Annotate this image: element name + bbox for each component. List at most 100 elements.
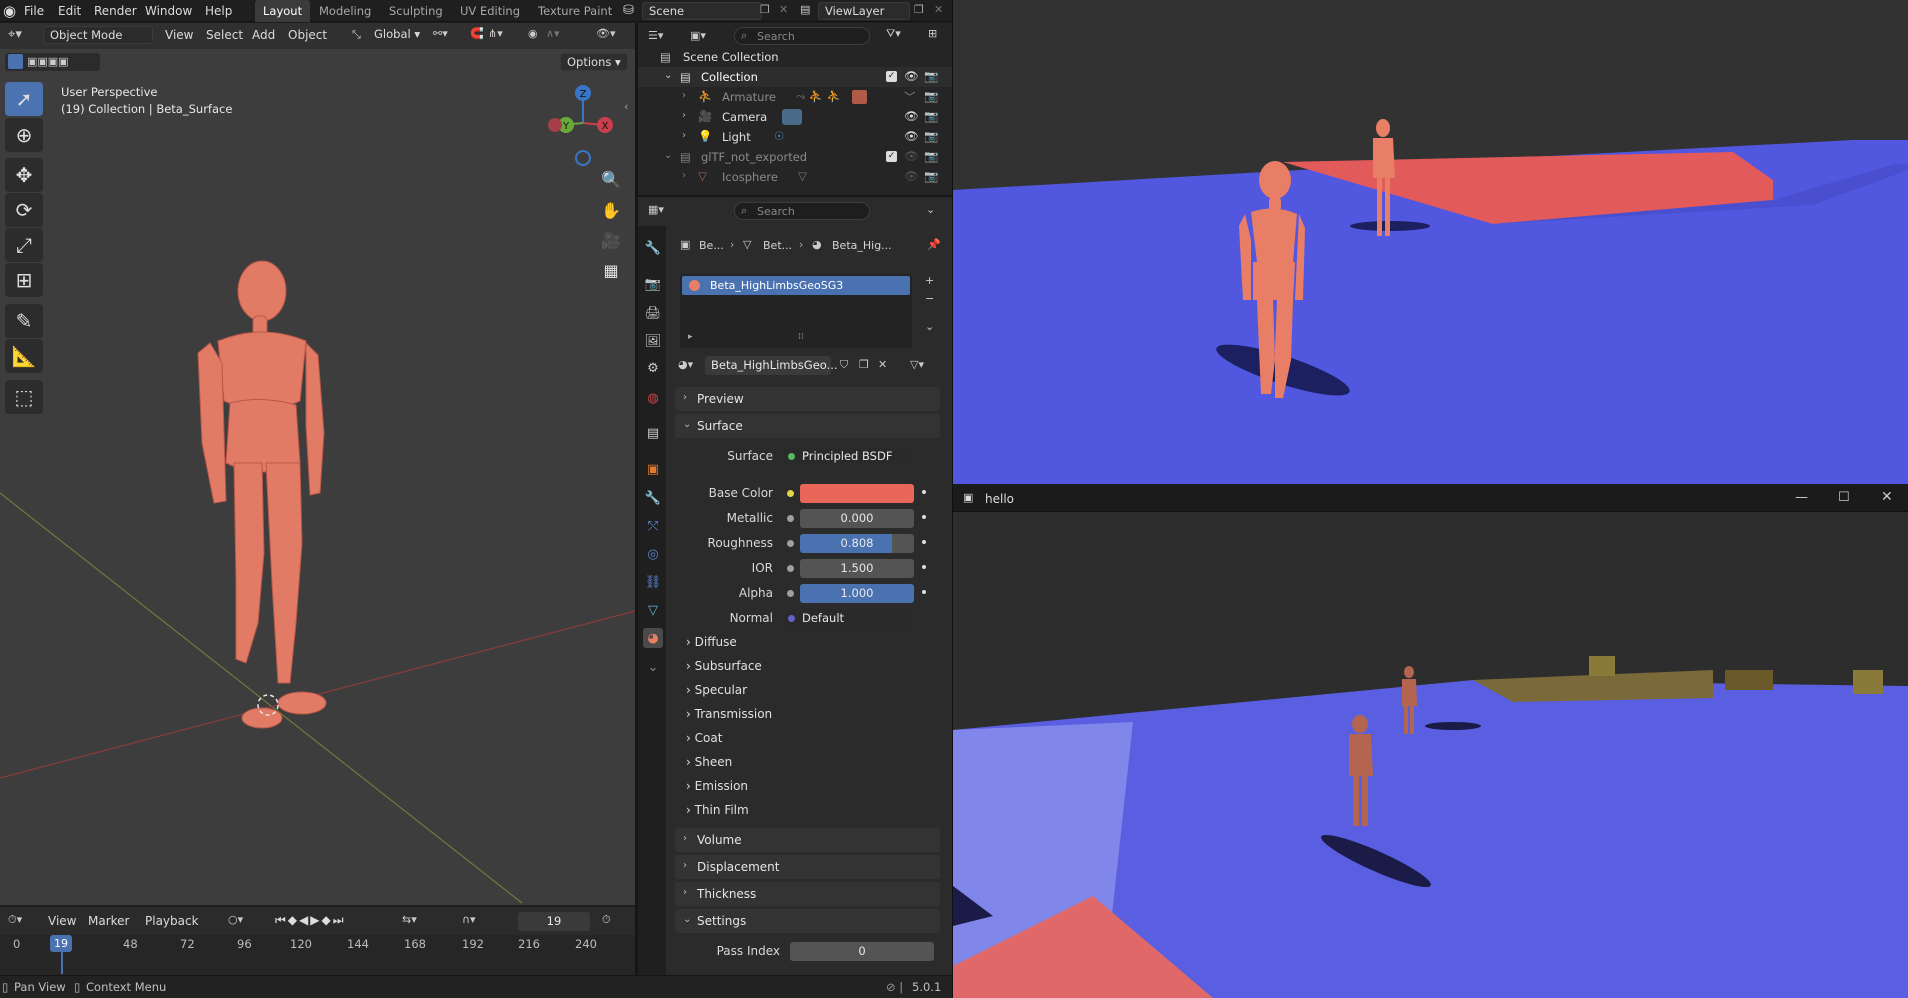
- tab-uv-editing[interactable]: UV Editing: [452, 0, 528, 22]
- outliner-row-icosphere[interactable]: › ▽ Icosphere ▽ 👁 📷: [638, 167, 952, 187]
- armature-eye-hidden-icon[interactable]: ﹀: [904, 89, 916, 105]
- panel-displacement[interactable]: › Displacement: [675, 855, 940, 879]
- object-tab-icon[interactable]: ▣: [643, 459, 663, 479]
- playback-controls[interactable]: ⏮◆◀▶◆⏭: [275, 913, 346, 928]
- scene-selector[interactable]: Scene: [642, 2, 762, 20]
- alpha-keyframe-icon[interactable]: [922, 590, 926, 594]
- light-render-icon[interactable]: 📷: [924, 129, 938, 143]
- keyframe-nav-icon[interactable]: ⇆▾: [402, 913, 417, 926]
- metallic-socket-icon[interactable]: [787, 515, 794, 522]
- light-eye-icon[interactable]: 👁: [904, 129, 919, 143]
- base-color-socket-icon[interactable]: [787, 490, 794, 497]
- expand-collection-icon[interactable]: ⌄: [664, 70, 672, 81]
- transform-orientation-selector[interactable]: Global ▾: [368, 26, 426, 44]
- subpanel-coat[interactable]: › Coat: [686, 731, 722, 745]
- camera-eye-icon[interactable]: 👁: [904, 109, 919, 123]
- subpanel-subsurface[interactable]: › Subsurface: [686, 659, 762, 673]
- display-mode-icon[interactable]: ▣▾: [690, 29, 706, 42]
- gltf-eye-icon[interactable]: 👁: [904, 149, 919, 163]
- scale-tool-icon[interactable]: ⤢: [5, 228, 43, 262]
- rotate-tool-icon[interactable]: ⟳: [5, 193, 43, 227]
- expand-light-icon[interactable]: ›: [682, 130, 686, 141]
- falloff-icon[interactable]: ∧▾: [546, 27, 560, 40]
- zoom-icon[interactable]: 🔍: [598, 166, 624, 192]
- roughness-keyframe-icon[interactable]: [922, 540, 926, 544]
- subpanel-specular[interactable]: › Specular: [686, 683, 747, 697]
- tab-layout[interactable]: Layout: [255, 0, 311, 22]
- proportional-edit-icon[interactable]: ◉: [528, 27, 538, 40]
- timeline-menu-view[interactable]: View: [48, 914, 76, 928]
- add-slot-icon[interactable]: +: [925, 274, 934, 287]
- expand-icosphere-icon[interactable]: ›: [682, 170, 686, 181]
- modifier-tab-icon[interactable]: 🔧: [643, 488, 663, 508]
- menu-edit[interactable]: Edit: [58, 4, 81, 18]
- ior-keyframe-icon[interactable]: [922, 565, 926, 569]
- outliner-row-armature[interactable]: › ⛹ Armature ⤳ ⛹ ⛹ ﹀ 📷: [638, 87, 952, 107]
- sidebar-toggle-icon[interactable]: ‹: [624, 100, 628, 113]
- subpanel-transmission[interactable]: › Transmission: [686, 707, 772, 721]
- mode-selector[interactable]: Object Mode: [43, 26, 153, 44]
- properties-options-icon[interactable]: ⌄: [926, 203, 935, 216]
- roughness-field[interactable]: 0.808: [800, 534, 914, 553]
- subpanel-emission[interactable]: › Emission: [686, 779, 748, 793]
- panel-volume[interactable]: › Volume: [675, 828, 940, 852]
- alpha-field[interactable]: 1.000: [800, 584, 914, 603]
- render-tab-icon[interactable]: 📷: [643, 274, 663, 294]
- editor-type-icon[interactable]: ⌖▾: [8, 27, 22, 42]
- browse-material-icon[interactable]: ◕▾: [678, 358, 693, 371]
- outliner-search-input[interactable]: ⌕ Search: [734, 27, 870, 45]
- panel-surface[interactable]: ⌄ Surface: [675, 414, 940, 438]
- options-button[interactable]: Options ▾: [560, 53, 628, 71]
- camera-view-icon[interactable]: 🎥: [598, 227, 624, 253]
- subpanel-diffuse[interactable]: › Diffuse: [686, 635, 737, 649]
- properties-editor-icon[interactable]: ▦▾: [648, 203, 664, 216]
- particles-tab-icon[interactable]: ⤲: [643, 516, 663, 536]
- roughness-socket-icon[interactable]: [787, 540, 794, 547]
- material-tab-icon[interactable]: ◕: [643, 628, 663, 648]
- new-scene-icon[interactable]: ❐: [760, 3, 770, 16]
- auto-key-icon[interactable]: ○▾: [228, 913, 243, 926]
- menu-window[interactable]: Window: [145, 4, 192, 18]
- output-tab-icon[interactable]: 🖨: [643, 303, 663, 323]
- ortho-grid-icon[interactable]: ▦: [598, 257, 624, 283]
- area-divider-horizontal[interactable]: [638, 195, 952, 197]
- measure-tool-icon[interactable]: 📐: [5, 339, 43, 373]
- slot-resize-handle[interactable]: ⁞⁞: [798, 332, 804, 342]
- filter-icon[interactable]: ⛛▾: [886, 27, 901, 41]
- physics-tab-icon[interactable]: ◎: [643, 544, 663, 564]
- annotate-tool-icon[interactable]: ✎: [5, 304, 43, 338]
- menu-render[interactable]: Render: [94, 4, 137, 18]
- subpanel-thin-film[interactable]: › Thin Film: [686, 803, 749, 817]
- slot-expand-icon[interactable]: ▸: [688, 332, 693, 342]
- armature-camera-icon[interactable]: 📷: [924, 89, 938, 103]
- camera-render-icon[interactable]: 📷: [924, 109, 938, 123]
- surface-shader-field[interactable]: Principled BSDF: [782, 447, 914, 466]
- outliner-editor-icon[interactable]: ☰▾: [648, 29, 663, 42]
- snap-settings-icon[interactable]: ⋔▾: [488, 27, 503, 40]
- pass-index-field[interactable]: 0: [790, 942, 934, 961]
- add-cube-tool-icon[interactable]: ⬚: [5, 380, 43, 414]
- constraints-tab-icon[interactable]: ⛓: [643, 572, 663, 592]
- collection-checkbox[interactable]: ✓: [886, 71, 897, 82]
- icosphere-camera-icon[interactable]: 📷: [924, 169, 938, 183]
- tool-tab-icon[interactable]: 🔧: [643, 238, 663, 258]
- base-color-keyframe-icon[interactable]: [922, 490, 926, 494]
- panel-settings[interactable]: ⌄ Settings: [675, 909, 940, 933]
- remove-slot-icon[interactable]: −: [925, 292, 934, 305]
- playhead[interactable]: 19: [50, 935, 72, 952]
- material-name-field[interactable]: Beta_HighLimbsGeo...: [705, 356, 838, 375]
- cursor-tool-icon[interactable]: ⊕: [5, 118, 43, 152]
- icosphere-eye-icon[interactable]: 👁: [904, 169, 919, 183]
- minimize-icon[interactable]: —: [1795, 490, 1808, 505]
- new-collection-icon[interactable]: ⊞: [928, 27, 937, 40]
- outliner-row-camera[interactable]: › 🎥 Camera 👁 📷: [638, 107, 952, 127]
- collection-eye-icon[interactable]: 👁: [904, 69, 919, 83]
- blender-logo-icon[interactable]: ◉: [3, 2, 16, 20]
- normal-field[interactable]: Default: [782, 609, 914, 628]
- select-extend-icon[interactable]: ▣▣▣▣: [27, 55, 69, 68]
- material-slot-item[interactable]: Beta_HighLimbsGeoSG3: [682, 276, 910, 295]
- panel-thickness[interactable]: › Thickness: [675, 882, 940, 906]
- tab-texture-paint[interactable]: Texture Paint: [530, 0, 620, 22]
- menu-object[interactable]: Object: [288, 28, 327, 42]
- select-new-icon[interactable]: [8, 54, 23, 69]
